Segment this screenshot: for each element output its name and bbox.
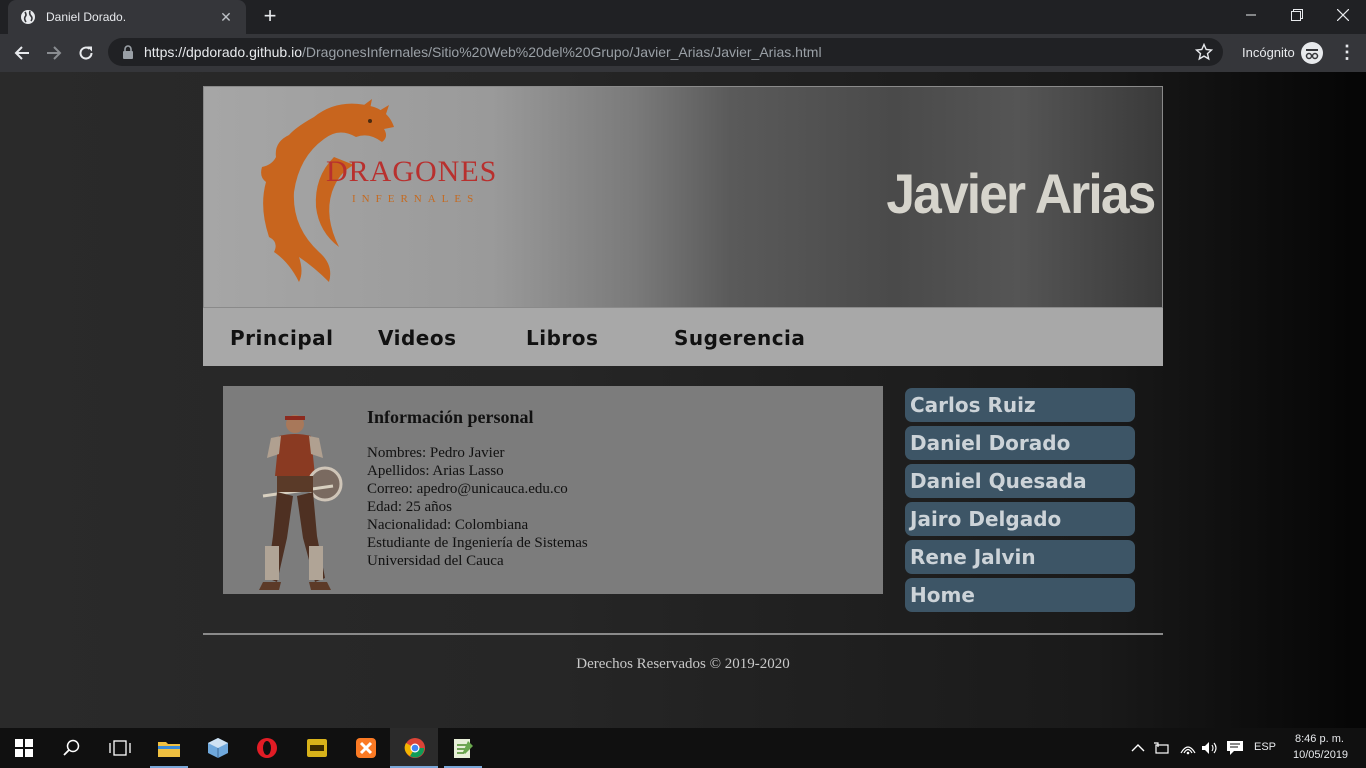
notifications-tray[interactable] <box>1223 736 1247 760</box>
footer-copyright: Derechos Reservados © 2019-2020 <box>576 656 790 672</box>
windows-logo-icon <box>15 739 33 757</box>
chrome-app[interactable] <box>403 736 427 760</box>
sidebar-link-rene-jalvin[interactable]: Rene Jalvin <box>905 540 1135 574</box>
nav-videos[interactable]: Videos <box>378 326 457 350</box>
search-icon <box>63 739 80 756</box>
folder-icon <box>158 742 180 757</box>
nav-libros[interactable]: Libros <box>526 326 598 350</box>
dragon-logo[interactable] <box>244 97 504 287</box>
sidebar-link-home[interactable]: Home <box>905 578 1135 612</box>
opera-icon <box>257 738 277 758</box>
incognito-glyph <box>1305 49 1319 60</box>
restore-button[interactable] <box>1274 0 1320 30</box>
info-line-universidad: Universidad del Cauca <box>367 553 504 569</box>
back-arrow-icon <box>14 46 29 60</box>
wifi-icon <box>1180 746 1196 755</box>
info-line-carrera: Estudiante de Ingeniería de Sistemas <box>367 535 588 551</box>
reload-button[interactable] <box>74 41 98 65</box>
site-header: DRAGONES INFERNALES Javier Arias <box>203 86 1163 308</box>
personal-info-panel: Información personal Nombres: Pedro Javi… <box>223 386 883 594</box>
page-title: Javier Arias <box>885 162 1156 225</box>
info-title: Información personal <box>367 407 534 427</box>
clock-time[interactable]: 8:46 p. m. <box>1295 733 1344 745</box>
editor-app[interactable] <box>451 736 475 760</box>
address-bar[interactable]: https://dpdorado.github.io/DragonesInfer… <box>108 38 1223 66</box>
info-line-edad: Edad: 25 años <box>367 499 452 515</box>
chat-bubble-icon <box>1227 741 1243 755</box>
battery-icon <box>1154 742 1169 754</box>
wifi-tray[interactable] <box>1176 736 1200 760</box>
file-explorer-app[interactable] <box>157 736 181 760</box>
tab-title: Daniel Dorado. <box>46 10 127 24</box>
sidebar-link-daniel-dorado[interactable]: Daniel Dorado <box>905 426 1135 460</box>
info-line-nacionalidad: Nacionalidad: Colombiana <box>367 517 529 533</box>
sidebar-link-carlos-ruiz[interactable]: Carlos Ruiz <box>905 388 1135 422</box>
members-sidebar: Carlos Ruiz Daniel Dorado Daniel Quesada… <box>905 388 1135 616</box>
cube-icon <box>208 738 228 758</box>
incognito-icon[interactable] <box>1301 42 1323 64</box>
main-nav: Principal Videos Libros Sugerencia <box>203 308 1163 366</box>
lock-icon <box>123 45 133 59</box>
browser-tab[interactable]: Daniel Dorado. ✕ <box>8 0 246 34</box>
incognito-label: Incógnito <box>1242 45 1295 60</box>
url-host: https://dpdorado.github.io <box>144 44 303 60</box>
info-line-apellidos: Apellidos: Arias Lasso <box>367 463 504 479</box>
browser-menu-icon[interactable]: ⋮ <box>1338 43 1356 63</box>
new-tab-button[interactable]: + <box>258 4 282 28</box>
clock-date[interactable]: 10/05/2019 <box>1293 749 1348 761</box>
chrome-icon <box>404 738 425 758</box>
nav-sugerencia[interactable]: Sugerencia <box>674 326 805 350</box>
tab-close-icon[interactable]: ✕ <box>218 9 234 26</box>
language-indicator[interactable]: ESP <box>1254 741 1276 753</box>
nav-principal[interactable]: Principal <box>230 326 334 350</box>
info-line-nombres: Nombres: Pedro Javier <box>367 445 505 461</box>
restore-icon <box>1291 9 1303 21</box>
browser-toolbar: https://dpdorado.github.io/DragonesInfer… <box>0 34 1366 72</box>
pdf-app[interactable] <box>305 736 329 760</box>
close-icon <box>1337 9 1349 21</box>
logo-title: DRAGONES <box>326 155 498 188</box>
info-text-block: Información personal Nombres: Pedro Javi… <box>367 408 588 570</box>
globe-icon <box>21 10 35 24</box>
sidebar-link-jairo-delgado[interactable]: Jairo Delgado <box>905 502 1135 536</box>
footer-divider <box>203 633 1163 635</box>
page-viewport: DRAGONES INFERNALES Javier Arias Princip… <box>0 72 1366 728</box>
opera-app[interactable] <box>255 736 279 760</box>
warrior-avatar-image <box>259 415 343 590</box>
virtualbox-app[interactable] <box>206 736 230 760</box>
forward-arrow-icon <box>47 46 62 60</box>
pdf-icon <box>307 739 327 757</box>
info-line-correo: Correo: apedro@unicauca.edu.co <box>367 481 568 497</box>
forward-button[interactable] <box>42 41 66 65</box>
minimize-button[interactable] <box>1228 0 1274 30</box>
volume-tray[interactable] <box>1198 736 1222 760</box>
task-view-icon <box>109 740 131 756</box>
minimize-icon <box>1246 14 1256 16</box>
notepad-icon <box>454 739 473 758</box>
url-path: /DragonesInfernales/Sitio%20Web%20del%20… <box>302 44 822 60</box>
logo-subtitle: INFERNALES <box>352 193 480 205</box>
xampp-icon <box>356 738 376 758</box>
task-view-button[interactable] <box>108 736 132 760</box>
search-button[interactable] <box>60 736 84 760</box>
xampp-app[interactable] <box>354 736 378 760</box>
speaker-icon <box>1202 742 1217 754</box>
close-window-button[interactable] <box>1320 0 1366 30</box>
start-button[interactable] <box>12 736 36 760</box>
chevron-up-icon <box>1131 744 1145 752</box>
reload-icon <box>79 46 93 60</box>
sidebar-link-daniel-quesada[interactable]: Daniel Quesada <box>905 464 1135 498</box>
bookmark-star-icon[interactable] <box>1195 43 1213 61</box>
tray-overflow-icon[interactable] <box>1126 736 1150 760</box>
windows-taskbar: ESP 8:46 p. m. 10/05/2019 <box>0 728 1366 768</box>
battery-tray[interactable] <box>1150 736 1174 760</box>
back-button[interactable] <box>10 41 34 65</box>
tab-strip: Daniel Dorado. ✕ + <box>0 0 1366 34</box>
